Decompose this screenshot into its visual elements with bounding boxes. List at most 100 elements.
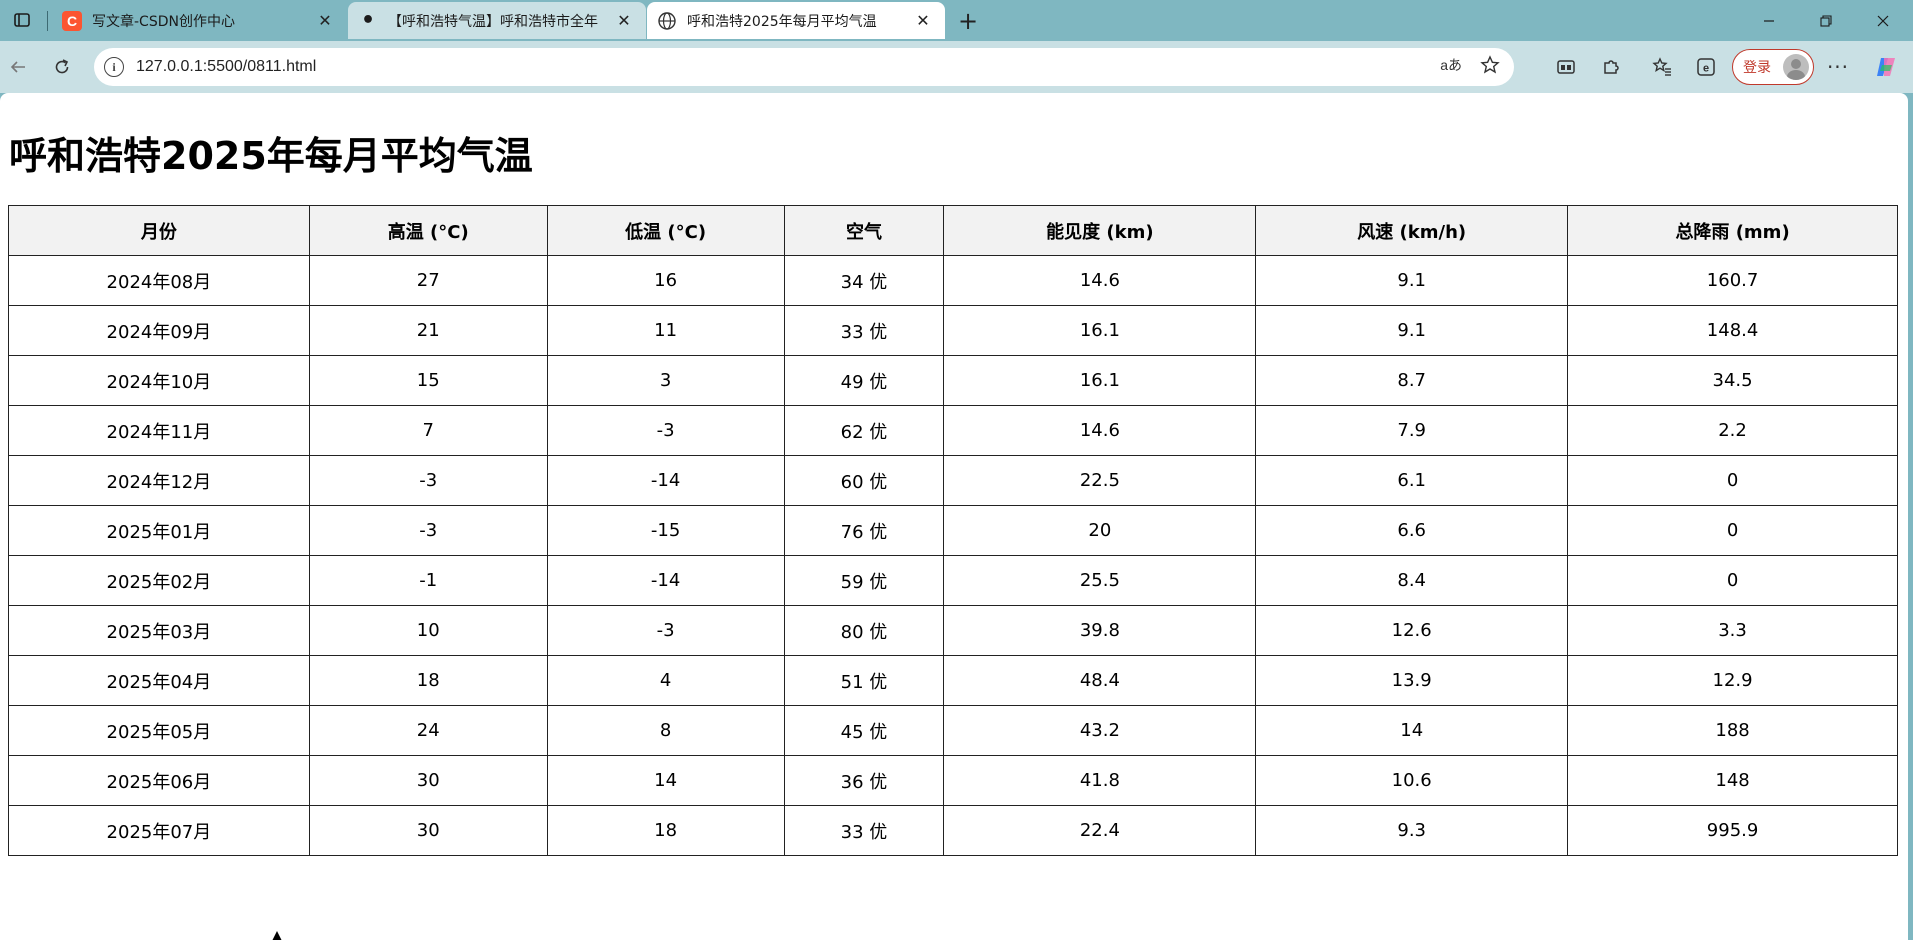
header-visibility: 能见度 (km)	[943, 205, 1257, 256]
arrow-left-icon	[10, 61, 25, 73]
table-row: 2025年01月 -3 -15 76 优 20 6.6 0	[8, 505, 1898, 556]
restore-button[interactable]	[1797, 0, 1854, 41]
globe-icon	[658, 11, 676, 30]
cell-high-temp: 27	[308, 255, 548, 306]
cell-visibility: 14.6	[943, 405, 1257, 456]
cell-wind-speed: 8.7	[1255, 355, 1569, 406]
plus-icon: +	[957, 7, 979, 35]
ie-mode-icon: e	[1697, 58, 1715, 76]
refresh-icon	[55, 59, 69, 74]
tab-actions-button[interactable]	[0, 4, 44, 36]
cell-rainfall: 3.3	[1567, 605, 1898, 656]
cell-low-temp: 18	[546, 805, 785, 856]
cell-air-quality: 45 优	[783, 705, 945, 756]
copilot-button[interactable]	[1870, 51, 1902, 83]
address-bar[interactable]: i 127.0.0.1:5500/0811.html aあ	[94, 48, 1514, 86]
cell-air-quality: 51 优	[783, 655, 945, 706]
cell-low-temp: -3	[546, 605, 785, 656]
refresh-button[interactable]	[46, 51, 78, 83]
url-text[interactable]: 127.0.0.1:5500/0811.html	[136, 58, 316, 76]
cell-air-quality: 76 优	[783, 505, 945, 556]
cell-high-temp: 21	[308, 305, 548, 356]
tab-hohhot-temperature[interactable]: • 【呼和浩特气温】呼和浩特市全年 ✕	[348, 2, 646, 39]
page-content: 呼和浩特2025年每月平均气温 月份 高温 (°C) 低温 (°C) 空气 能见…	[0, 93, 1908, 940]
cell-high-temp: 10	[308, 605, 548, 656]
chart-arrow-icon	[271, 931, 283, 940]
cell-visibility: 20	[943, 505, 1257, 556]
minimize-button[interactable]	[1740, 0, 1797, 41]
cell-rainfall: 188	[1567, 705, 1898, 756]
cell-visibility: 22.4	[943, 805, 1257, 856]
copilot-icon	[1877, 58, 1895, 76]
cell-air-quality: 36 优	[783, 755, 945, 806]
cell-rainfall: 34.5	[1567, 355, 1898, 406]
table-row: 2025年02月 -1 -14 59 优 25.5 8.4 0	[8, 555, 1898, 606]
cell-air-quality: 49 优	[783, 355, 945, 406]
new-tab-button[interactable]: +	[953, 6, 983, 36]
back-button[interactable]	[2, 51, 34, 83]
page-scrollbar[interactable]	[1908, 93, 1913, 940]
header-low-temp: 低温 (°C)	[546, 205, 785, 256]
window-close-button[interactable]	[1854, 0, 1911, 41]
weather-table: 月份 高温 (°C) 低温 (°C) 空气 能见度 (km) 风速 (km/h)…	[8, 205, 1898, 856]
split-screen-button[interactable]	[1550, 51, 1582, 83]
cell-air-quality: 59 优	[783, 555, 945, 606]
cell-visibility: 14.6	[943, 255, 1257, 306]
cell-visibility: 25.5	[943, 555, 1257, 606]
cell-high-temp: 30	[308, 805, 548, 856]
ie-mode-button[interactable]: e	[1690, 51, 1722, 83]
tab-separator	[47, 11, 48, 31]
more-options-button[interactable]: ···	[1822, 51, 1854, 83]
close-icon[interactable]: ✕	[612, 9, 636, 33]
cell-high-temp: 24	[308, 705, 548, 756]
tab-title: 写文章-CSDN创作中心	[92, 13, 235, 30]
header-wind-speed: 风速 (km/h)	[1255, 205, 1569, 256]
table-row: 2024年08月 27 16 34 优 14.6 9.1 160.7	[8, 255, 1898, 306]
cell-low-temp: 8	[546, 705, 785, 756]
cell-high-temp: -3	[308, 455, 548, 506]
close-icon	[1877, 15, 1888, 26]
close-icon[interactable]: ✕	[911, 9, 935, 33]
favorites-button[interactable]	[1646, 51, 1678, 83]
cell-air-quality: 80 优	[783, 605, 945, 656]
table-row: 2024年09月 21 11 33 优 16.1 9.1 148.4	[8, 305, 1898, 356]
table-row: 2024年12月 -3 -14 60 优 22.5 6.1 0	[8, 455, 1898, 506]
star-icon[interactable]	[1480, 55, 1500, 75]
cell-wind-speed: 10.6	[1255, 755, 1569, 806]
cell-wind-speed: 8.4	[1255, 555, 1569, 606]
tab-strip: C 写文章-CSDN创作中心 ✕ • 【呼和浩特气温】呼和浩特市全年 ✕ 呼和浩…	[0, 0, 1913, 41]
cell-wind-speed: 7.9	[1255, 405, 1569, 456]
favorites-icon	[1652, 57, 1671, 76]
browser-toolbar: i 127.0.0.1:5500/0811.html aあ e 登录 ···	[0, 41, 1913, 93]
cell-month: 2024年10月	[8, 355, 310, 406]
cell-visibility: 41.8	[943, 755, 1257, 806]
cell-high-temp: 15	[308, 355, 548, 406]
cell-low-temp: -14	[546, 455, 785, 506]
csdn-icon: C	[62, 10, 82, 31]
header-air-quality: 空气	[783, 205, 945, 256]
svg-text:e: e	[1703, 63, 1709, 75]
close-icon[interactable]: ✕	[313, 9, 337, 33]
tab-active-page[interactable]: 呼和浩特2025年每月平均气温 ✕	[647, 2, 945, 39]
cell-high-temp: -3	[308, 505, 548, 556]
cell-rainfall: 995.9	[1567, 805, 1898, 856]
cell-low-temp: 11	[546, 305, 785, 356]
cell-air-quality: 33 优	[783, 805, 945, 856]
cell-visibility: 48.4	[943, 655, 1257, 706]
table-row: 2024年11月 7 -3 62 优 14.6 7.9 2.2	[8, 405, 1898, 456]
info-icon[interactable]: i	[104, 57, 124, 77]
cell-air-quality: 60 优	[783, 455, 945, 506]
more-icon: ···	[1826, 55, 1850, 79]
extensions-button[interactable]	[1595, 51, 1627, 83]
read-aloud-icon[interactable]: aあ	[1440, 55, 1462, 75]
header-rainfall: 总降雨 (mm)	[1567, 205, 1898, 256]
login-button[interactable]: 登录	[1732, 49, 1814, 85]
cell-month: 2025年04月	[8, 655, 310, 706]
cell-month: 2024年12月	[8, 455, 310, 506]
cell-wind-speed: 9.1	[1255, 305, 1569, 356]
puzzle-icon	[1604, 60, 1619, 74]
table-row: 2025年05月 24 8 45 优 43.2 14 188	[8, 705, 1898, 756]
tab-csdn-editor[interactable]: C 写文章-CSDN创作中心 ✕	[52, 2, 347, 39]
cell-wind-speed: 6.1	[1255, 455, 1569, 506]
cell-low-temp: -14	[546, 555, 785, 606]
